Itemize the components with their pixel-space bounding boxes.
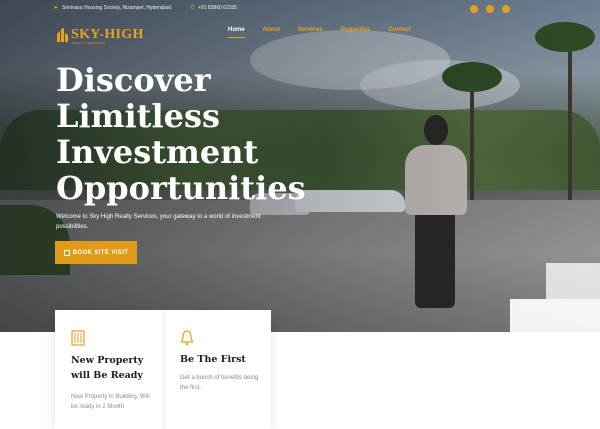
hero-subtext: Welcome to Sky High Realty Services, you… — [56, 214, 261, 230]
address-item: ● Srinivasa Housing Society, Nizampet, H… — [54, 5, 171, 11]
phone-text[interactable]: +91 83860 62335 — [198, 5, 237, 11]
bell-icon — [180, 330, 194, 346]
feature-desc: New Property in Building, Will be ready … — [71, 394, 150, 410]
youtube-icon[interactable] — [502, 5, 510, 13]
feature-cards: New Property will Be Ready New Property … — [55, 310, 271, 429]
headline-line: Discover — [56, 61, 211, 99]
phone-item[interactable]: ✆ +91 83860 62335 — [190, 5, 237, 11]
feature-title: New Property will Be Ready — [71, 355, 144, 381]
top-info-bar: ● Srinivasa Housing Society, Nizampet, H… — [0, 0, 600, 20]
cta-label: BOOK SITE VISIT — [72, 249, 129, 256]
hero-headline: Discover Limitless Investment Opportunit… — [56, 62, 356, 206]
headline-line: Investment — [56, 133, 259, 171]
feature-title: Be The First — [180, 354, 246, 365]
headline-line: Limitless — [56, 97, 220, 135]
nav-home[interactable]: Home — [228, 27, 245, 38]
nav-about[interactable]: About — [263, 27, 280, 38]
location-pin-icon: ● — [54, 5, 58, 11]
nav-services[interactable]: Services — [298, 27, 323, 38]
brand-tagline: REALTY SERVICES — [72, 41, 106, 45]
instagram-icon[interactable] — [486, 5, 494, 13]
nav-contact[interactable]: Contact — [388, 27, 410, 38]
phone-icon: ✆ — [190, 5, 196, 11]
book-site-visit-button[interactable]: BOOK SITE VISIT — [55, 241, 137, 264]
nav-properties[interactable]: Properties — [341, 27, 371, 38]
calendar-icon — [63, 249, 70, 256]
building-logo-icon — [57, 28, 68, 42]
main-nav: Home About Services Properties Contact — [228, 27, 429, 38]
decor-square — [510, 299, 600, 332]
decor-square — [546, 263, 600, 299]
feature-card: Be The First Get a bunch of benefits bei… — [163, 310, 271, 429]
headline-line: Opportunities — [56, 169, 306, 207]
facebook-icon[interactable] — [470, 5, 478, 13]
address-text: Srinivasa Housing Society, Nizampet, Hyd… — [62, 5, 171, 11]
building-icon — [71, 330, 85, 346]
feature-card: New Property will Be Ready New Property … — [55, 310, 163, 429]
feature-desc: Get a bunch of benefits being the first. — [180, 375, 259, 391]
